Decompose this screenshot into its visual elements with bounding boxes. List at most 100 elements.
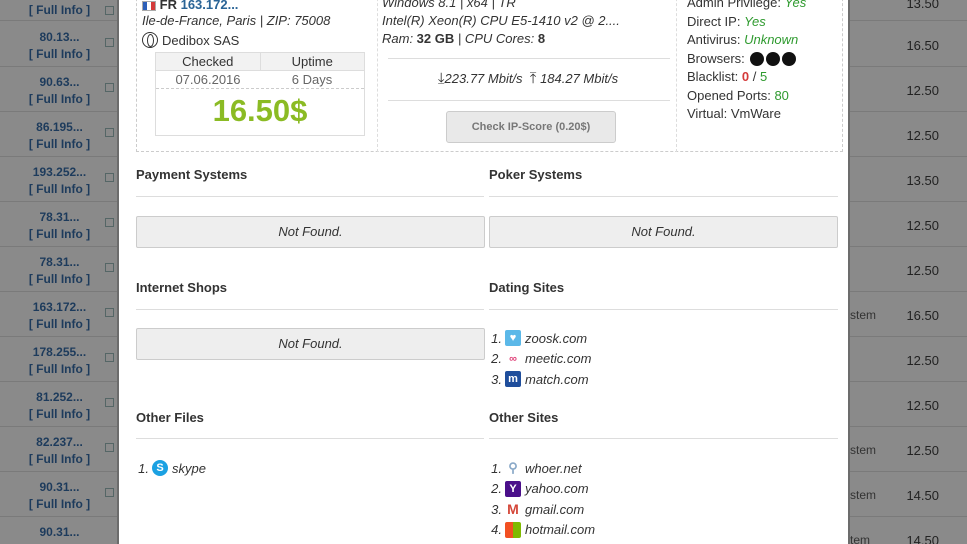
browsers: Browsers: — [687, 50, 847, 69]
full-info-link[interactable]: [ Full Info ] — [22, 3, 97, 17]
full-info-link[interactable]: [ Full Info ] — [22, 272, 97, 286]
divider — [388, 100, 670, 101]
dating-list: 1. ♥ zoosk.com 2. ∞ meetic.com 3. m match.com — [486, 328, 591, 390]
price-cell: 12.50 — [906, 263, 939, 278]
ip-link[interactable]: 90.31... — [22, 480, 97, 494]
whoer-icon: ⚲ — [508, 460, 518, 476]
price-cell: 12.50 — [906, 128, 939, 143]
other-files-title: Other Files — [136, 410, 204, 425]
virtual: Virtual: VmWare — [687, 106, 781, 121]
table-row: stem 16.50 — [850, 292, 967, 337]
france-flag-icon — [142, 0, 156, 11]
ip-link[interactable]: 86.195... — [22, 120, 97, 134]
table-row: 81.252... [ Full Info ] — [0, 382, 117, 427]
price-cell: 12.50 — [906, 398, 939, 413]
table-row: 90.31... [ Full Info ] — [0, 472, 117, 517]
table-row: 78.31... [ Full Info ] — [0, 202, 117, 247]
globe-icon — [142, 32, 158, 48]
full-info-link[interactable]: [ Full Info ] — [22, 182, 97, 196]
country-code: FR — [159, 0, 177, 12]
flag-icon — [105, 308, 114, 317]
table-row: 80.13... [ Full Info ] — [0, 22, 117, 67]
system-cell: stem — [850, 443, 877, 457]
sites-list: 1. ⚲ whoer.net 2. Yyahoo.com 3. Mgmail.com 4… — [486, 458, 595, 540]
table-row: 90.31... — [0, 517, 117, 544]
divider — [489, 309, 838, 310]
ip-link[interactable]: 82.237... — [22, 435, 97, 449]
admin-privilege: Admin Privilege: Yes — [687, 0, 807, 10]
list-item: 2. Yyahoo.com — [491, 480, 589, 497]
table-row: 12.50 — [850, 247, 967, 292]
table-row: 13.50 — [850, 0, 967, 21]
ip-link[interactable]: 90.63... — [22, 75, 97, 89]
table-row: 193.252... [ Full Info ] — [0, 157, 117, 202]
ip-link[interactable]: 81.252... — [22, 390, 97, 404]
full-info-link[interactable]: [ Full Info ] — [22, 47, 97, 61]
ip-address: 163.172... — [180, 0, 239, 12]
upload-arrow-icon: ⤒ — [529, 70, 537, 87]
host-line: Dedibox SAS — [142, 32, 239, 48]
list-item: 1. ♥ zoosk.com — [491, 330, 588, 347]
table-row: 78.31... [ Full Info ] — [0, 247, 117, 292]
full-info-link[interactable]: [ Full Info ] — [22, 317, 97, 331]
ip-link[interactable]: 193.252... — [22, 165, 97, 179]
table-row: stem 14.50 — [850, 472, 967, 517]
table-row: 12.50 — [850, 382, 967, 427]
price-cell: 14.50 — [906, 533, 939, 544]
full-info-link[interactable]: [ Full Info ] — [22, 452, 97, 466]
checked-header: Checked — [156, 53, 261, 70]
full-info-modal: FR 163.172... Ile-de-France, Paris | ZIP… — [117, 0, 850, 544]
full-info-link[interactable]: [ Full Info ] — [22, 227, 97, 241]
table-row: 12.50 — [850, 67, 967, 112]
download-speed: 223.77 Mbit/s — [444, 71, 523, 86]
background-list-right: 13.50 16.50 12.50 12.50 13.50 12.50 12.5… — [850, 0, 967, 544]
full-info-link[interactable]: [ Full Info ] — [22, 137, 97, 151]
full-info-link[interactable]: [ Full Info ] — [22, 407, 97, 421]
divider — [136, 438, 484, 439]
flag-icon — [105, 38, 114, 47]
divider — [489, 438, 838, 439]
table-row: [ Full Info ] — [0, 0, 117, 21]
price-cell: 16.50 — [906, 308, 939, 323]
cpu-line: Intel(R) Xeon(R) CPU E5-1410 v2 @ 2.... — [382, 13, 620, 28]
table-row: 12.50 — [850, 337, 967, 382]
ram-line: Ram: 32 GB | CPU Cores: 8 — [382, 31, 546, 46]
payment-systems-title: Payment Systems — [136, 167, 248, 182]
summary-panel: FR 163.172... Ile-de-France, Paris | ZIP… — [136, 0, 843, 152]
ip-link[interactable]: 90.31... — [22, 525, 97, 539]
zoosk-icon: ♥ — [505, 330, 521, 347]
table-row: 178.255... [ Full Info ] — [0, 337, 117, 382]
ip-link[interactable]: 78.31... — [22, 210, 97, 224]
system-column: Windows 8.1 | x64 | TR Intel(R) Xeon(R) … — [377, 0, 677, 152]
table-row: stem 12.50 — [850, 427, 967, 472]
direct-ip: Direct IP: Yes — [687, 13, 766, 29]
ip-link[interactable]: 178.255... — [22, 345, 97, 359]
payment-not-found: Not Found. — [136, 216, 485, 248]
check-ip-score-button[interactable]: Check IP-Score (0.20$) — [446, 111, 616, 143]
full-info-link[interactable]: [ Full Info ] — [22, 92, 97, 106]
flag-icon — [105, 353, 114, 362]
list-item: 1. ⚲ whoer.net — [491, 460, 582, 476]
location-text: Ile-de-France, Paris | ZIP: 75008 — [142, 13, 331, 28]
price-cell: 12.50 — [906, 218, 939, 233]
other-sites-title: Other Sites — [489, 410, 559, 425]
list-item: 3. Mgmail.com — [491, 501, 585, 518]
flag-icon — [105, 83, 114, 92]
system-cell: tem — [850, 533, 871, 544]
table-row: 13.50 — [850, 157, 967, 202]
table-row: 163.172... [ Full Info ] — [0, 292, 117, 337]
divider — [388, 58, 670, 59]
list-item: 4. hotmail.com — [491, 521, 596, 538]
host-name: Dedibox SAS — [162, 32, 240, 48]
divider — [136, 309, 484, 310]
full-info-link[interactable]: [ Full Info ] — [22, 497, 97, 511]
gmail-icon: M — [507, 501, 519, 518]
poker-systems-title: Poker Systems — [489, 167, 583, 182]
ip-link[interactable]: 80.13... — [22, 30, 97, 44]
ip-link[interactable]: 163.172... — [22, 300, 97, 314]
ip-link[interactable]: 78.31... — [22, 255, 97, 269]
table-row: 12.50 — [850, 202, 967, 247]
flag-icon — [105, 218, 114, 227]
yahoo-icon: Y — [505, 480, 521, 497]
full-info-link[interactable]: [ Full Info ] — [22, 362, 97, 376]
